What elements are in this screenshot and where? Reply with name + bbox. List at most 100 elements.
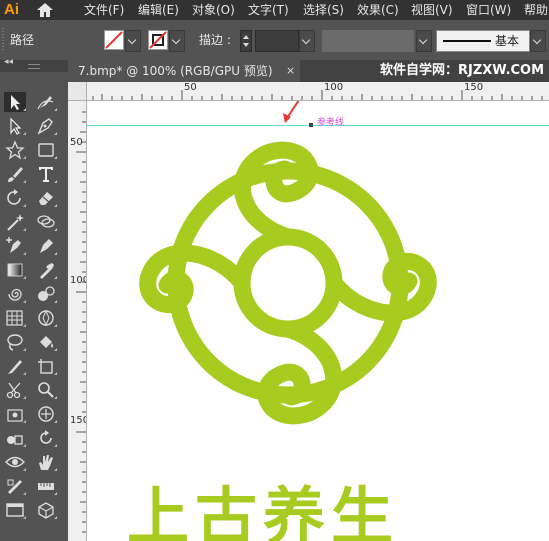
vertical-ruler[interactable]: 50 100 150 <box>68 100 87 541</box>
knife-icon <box>8 360 22 374</box>
stroke-weight-stepper[interactable] <box>240 30 252 52</box>
control-bar-grip[interactable] <box>2 28 4 52</box>
guide-anchor-point[interactable] <box>309 123 313 127</box>
ruler-label-50: 50 <box>184 82 197 93</box>
blend-tool[interactable] <box>35 284 57 304</box>
brush-definition[interactable]: 基本 <box>436 30 530 52</box>
eraser-tool[interactable] <box>35 188 57 208</box>
none-stroke-icon <box>149 31 167 49</box>
tools-panel: ◂◂ <box>0 57 68 541</box>
profile-dropdown[interactable] <box>416 30 432 52</box>
vertical-ruler-ticks <box>76 111 86 533</box>
symbol-sprayer-tool[interactable] <box>35 308 57 328</box>
perspective-grid-tool[interactable] <box>4 404 26 424</box>
collapse-icon[interactable]: ◂◂ <box>4 57 13 67</box>
variable-width-profile[interactable] <box>322 30 414 52</box>
shape-graph-tool[interactable] <box>4 428 26 448</box>
rotate-tool[interactable] <box>4 188 26 208</box>
scissors-tool[interactable] <box>4 380 26 400</box>
paint-bucket-icon <box>40 336 53 348</box>
grid-icon <box>6 310 23 326</box>
pen-add-icon <box>6 237 21 253</box>
scissors-icon <box>6 382 21 399</box>
draw-mode-tool[interactable] <box>35 500 57 520</box>
horizontal-ruler[interactable]: 50 100 150 <box>68 82 549 101</box>
artboard[interactable]: 参考线 1 上古养生 <box>87 101 549 541</box>
ruler-label-150: 150 <box>464 82 484 93</box>
width-tool[interactable] <box>35 428 57 448</box>
stroke-label: 描边 : <box>199 33 231 47</box>
slice-icon <box>7 479 22 494</box>
home-icon[interactable] <box>36 2 54 18</box>
selection-tool[interactable] <box>4 92 26 112</box>
brush-dropdown[interactable] <box>530 30 546 52</box>
rotate-icon <box>7 189 21 205</box>
slice-tool[interactable] <box>4 476 26 496</box>
shape-builder-tool[interactable] <box>35 212 57 232</box>
anchor-point-tool[interactable] <box>4 236 26 256</box>
gradient-tool[interactable] <box>4 260 26 280</box>
stroke-swatch[interactable] <box>148 30 168 50</box>
hand-icon <box>39 455 53 470</box>
control-bar: 路径 描边 : 基本 <box>0 20 549 60</box>
close-icon[interactable]: × <box>286 60 295 82</box>
menu-window[interactable]: 窗口(W) <box>466 0 511 20</box>
width-refresh-icon <box>40 430 52 444</box>
scissors-knife-tool[interactable] <box>4 356 26 376</box>
menu-view[interactable]: 视图(V) <box>411 0 453 20</box>
curvature-tool[interactable] <box>35 92 57 112</box>
stroke-weight-dropdown[interactable] <box>299 30 315 52</box>
menu-help[interactable]: 帮助 <box>524 0 548 20</box>
eraser-icon <box>39 192 53 205</box>
stroke-dropdown[interactable] <box>169 30 185 52</box>
direct-selection-icon <box>10 117 22 135</box>
eyedropper-tool[interactable] <box>35 260 57 280</box>
zoom-tool[interactable] <box>35 380 57 400</box>
rectangle-tool[interactable] <box>35 140 57 160</box>
brush-stroke-preview <box>443 40 491 42</box>
ruler-icon <box>38 483 54 490</box>
screen-mode-tool[interactable] <box>4 500 26 520</box>
hand-tool[interactable] <box>4 452 26 472</box>
live-paint-tool[interactable] <box>35 332 57 352</box>
paintbrush-tool[interactable] <box>4 164 26 184</box>
hand-pan-tool[interactable] <box>35 452 57 472</box>
star-icon <box>5 140 25 160</box>
artboard-tool[interactable] <box>35 356 57 376</box>
lasso-tool[interactable] <box>4 332 26 352</box>
spiral-icon <box>8 288 22 301</box>
document-tab[interactable]: 7.bmp* @ 100% (RGB/GPU 预览) × <box>68 60 300 82</box>
pen-tool[interactable] <box>35 116 57 136</box>
puppet-warp-tool[interactable] <box>4 212 26 232</box>
app-logo: Ai <box>4 1 19 18</box>
rotate-view-tool[interactable] <box>35 404 57 424</box>
menu-object[interactable]: 对象(O) <box>192 0 235 20</box>
fill-dropdown[interactable] <box>125 30 141 52</box>
curvature-pen-icon <box>37 96 54 110</box>
menu-file[interactable]: 文件(F) <box>84 0 124 20</box>
menu-type[interactable]: 文字(T) <box>248 0 289 20</box>
menu-effect[interactable]: 效果(C) <box>357 0 399 20</box>
twirl-tool[interactable] <box>4 284 26 304</box>
type-tool[interactable] <box>35 164 57 184</box>
fill-swatch[interactable] <box>104 30 124 50</box>
measure-tool[interactable] <box>35 476 57 496</box>
pencil-tool[interactable] <box>35 236 57 256</box>
logo-bottom-swirl <box>257 320 342 425</box>
document-tab-title: 7.bmp* @ 100% (RGB/GPU 预览) <box>78 64 273 78</box>
none-fill-icon <box>105 31 123 49</box>
stroke-weight-input[interactable] <box>255 30 299 52</box>
stepper-arrows-icon <box>243 35 249 47</box>
menu-edit[interactable]: 编辑(E) <box>138 0 179 20</box>
aperture-icon <box>38 309 54 327</box>
logo-right-swirl <box>325 252 437 322</box>
pen-nib-icon <box>37 118 53 135</box>
direct-selection-tool[interactable] <box>4 116 26 136</box>
logo-outer-ring <box>167 162 409 404</box>
pencil-nib-icon <box>40 239 53 253</box>
tools-panel-header[interactable]: ◂◂ <box>0 57 68 72</box>
star-tool[interactable] <box>4 140 26 160</box>
mesh-tool[interactable] <box>4 308 26 328</box>
menu-select[interactable]: 选择(S) <box>303 0 344 20</box>
ruler-corner[interactable] <box>68 82 87 101</box>
